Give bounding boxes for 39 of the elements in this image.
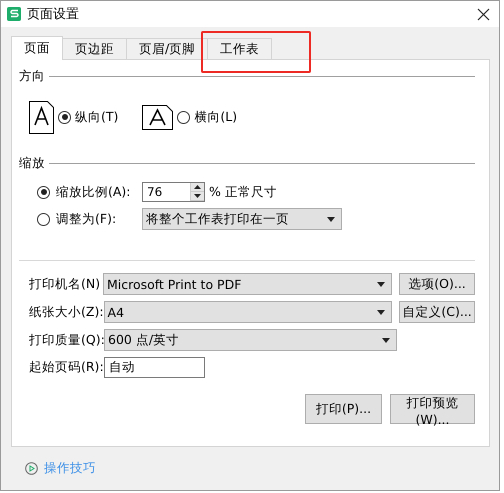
- side-button[interactable]: 自定义(C)...: [399, 301, 475, 323]
- spin-down-icon[interactable]: [191, 192, 204, 201]
- caret-icon: [377, 282, 386, 286]
- input-field[interactable]: 自动: [104, 357, 205, 378]
- section-title: 方向: [19, 68, 45, 85]
- spin-up-icon[interactable]: [191, 183, 204, 192]
- field-label: 打印质量(Q):: [29, 332, 104, 348]
- caret-icon: [382, 338, 390, 342]
- radio-button[interactable]: [58, 110, 71, 124]
- dropdown-field[interactable]: 600 点/英寸: [104, 329, 397, 351]
- radio-label: 调整为(F):: [56, 210, 118, 228]
- fit-dropdown[interactable]: 将整个工作表打印在一页: [142, 208, 342, 230]
- field-label: 打印机名(N): [29, 276, 102, 292]
- radio-button[interactable]: [177, 110, 190, 124]
- scale-spinner[interactable]: 76: [142, 182, 205, 202]
- portrait-page-icon: [29, 100, 54, 134]
- tab[interactable]: 页面: [11, 36, 63, 60]
- dropdown-field[interactable]: A4: [104, 301, 392, 323]
- field-label: 纸张大小(Z):: [29, 304, 104, 320]
- dropdown-field[interactable]: Microsoft Print to PDF: [102, 273, 392, 295]
- section-title: 缩放: [19, 155, 45, 172]
- caret-icon: [327, 216, 335, 222]
- side-button[interactable]: 选项(O)...: [399, 273, 475, 295]
- radio-label: 纵向(T): [75, 108, 118, 126]
- radio-label: 缩放比例(A):: [56, 184, 132, 200]
- caret-icon: [377, 310, 386, 314]
- close-button[interactable]: [475, 6, 491, 22]
- radio-label: 横向(L): [194, 108, 238, 126]
- app-logo-icon: [7, 7, 21, 21]
- window-title: 页面设置: [27, 6, 80, 23]
- radio-button[interactable]: [37, 212, 50, 226]
- field-label: 起始页码(R):: [29, 359, 104, 376]
- tab[interactable]: 工作表: [207, 38, 272, 59]
- radio-button[interactable]: [37, 186, 50, 198]
- play-circle-icon: [25, 462, 38, 475]
- landscape-page-icon: [142, 104, 174, 130]
- action-button[interactable]: 打印(P)...: [305, 394, 382, 424]
- scale-suffix: % 正常尺寸: [209, 184, 277, 200]
- action-button[interactable]: 打印预览(W)...: [390, 394, 475, 424]
